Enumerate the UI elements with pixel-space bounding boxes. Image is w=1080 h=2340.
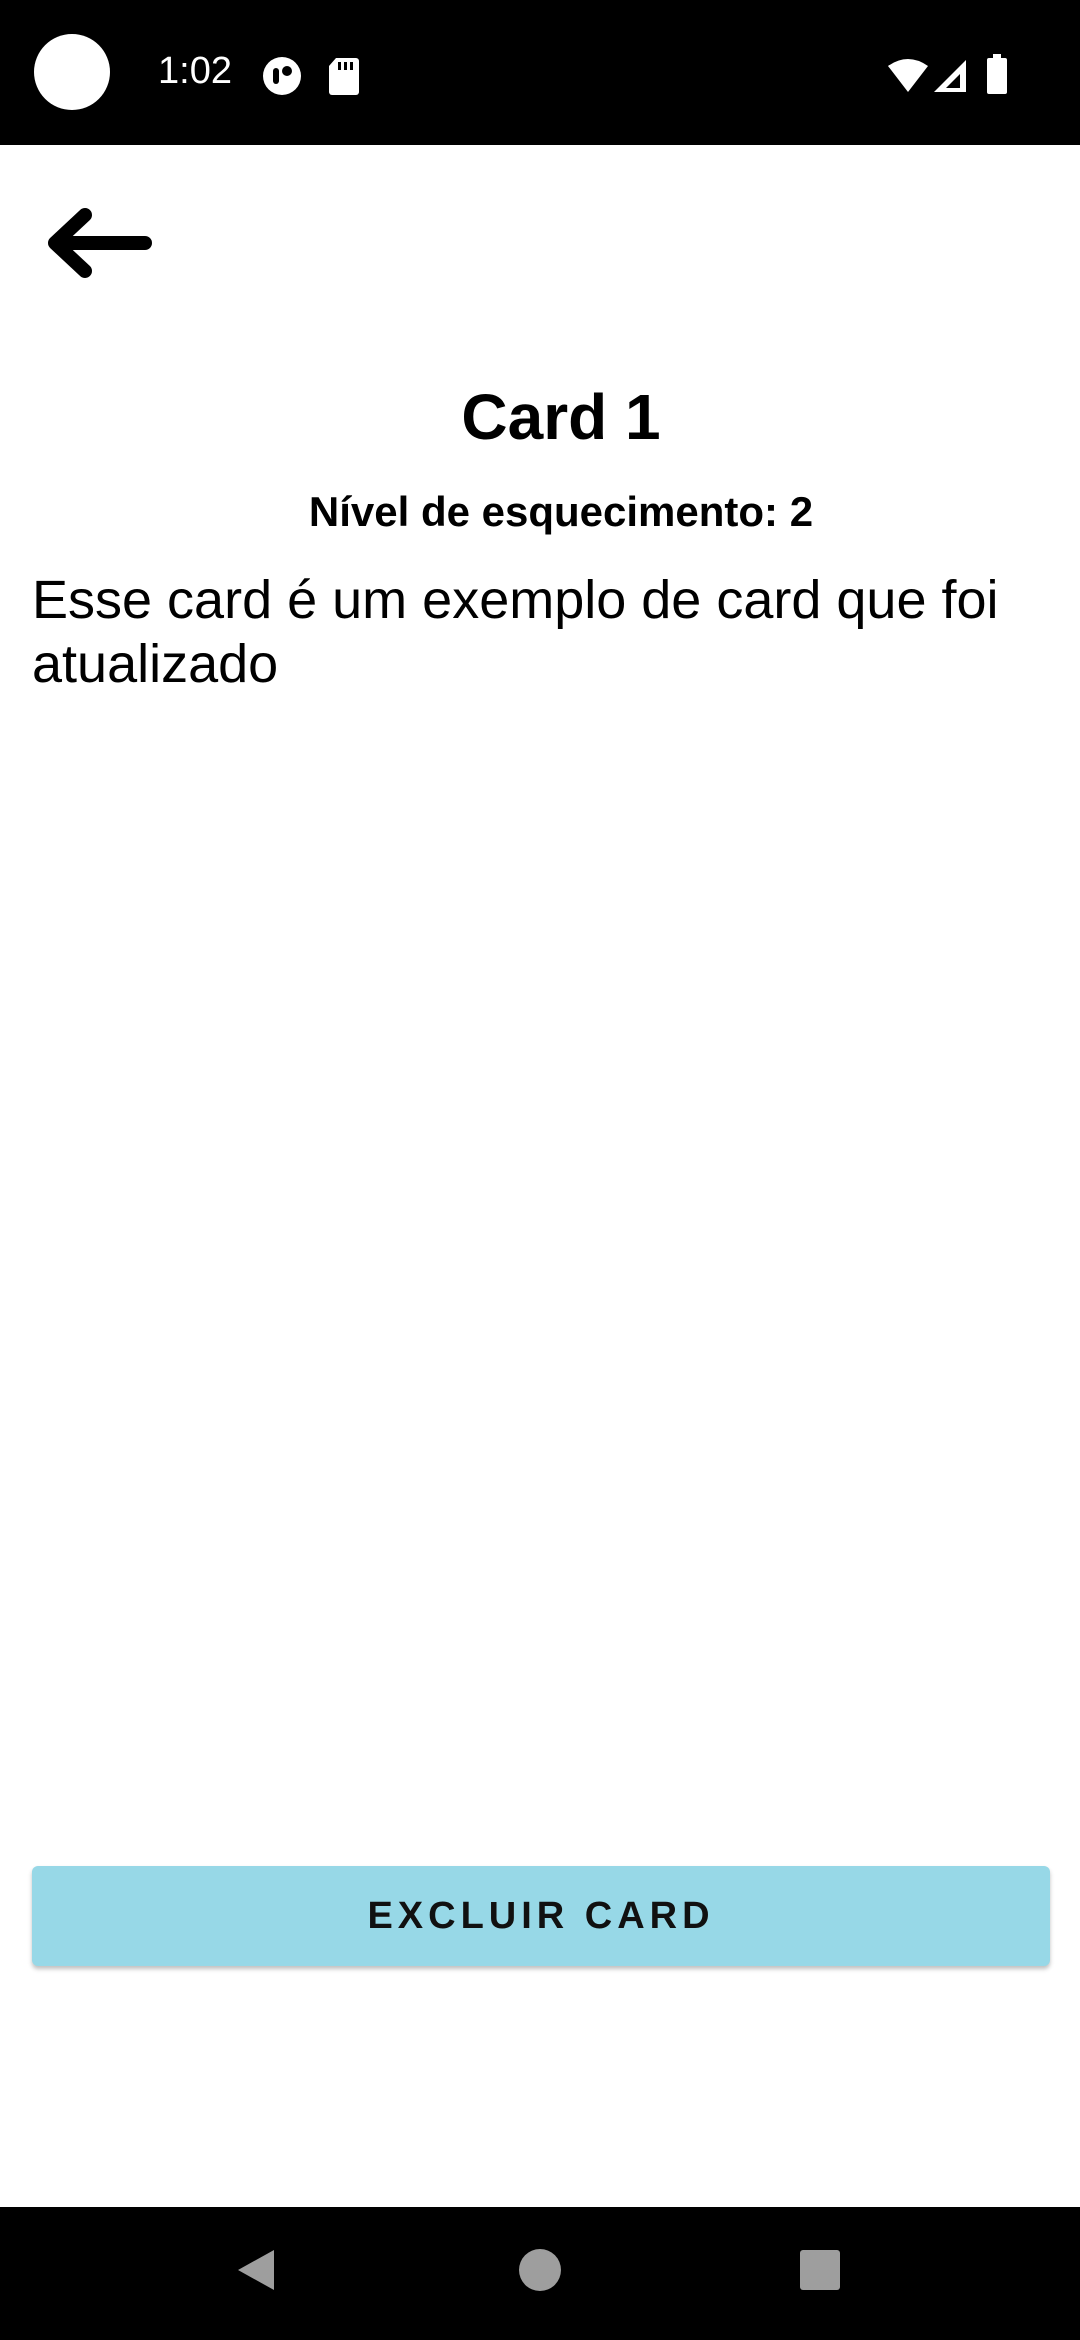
back-triangle-icon [234, 2246, 278, 2299]
assistant-icon [262, 56, 302, 101]
status-bar: 1:02 [0, 0, 1080, 145]
arrow-left-icon [45, 203, 155, 288]
camera-cutout [34, 34, 110, 110]
card-body-text: Esse card é um exemplo de card que foi a… [32, 570, 999, 694]
delete-card-button[interactable]: EXCLUIR CARD [32, 1866, 1050, 1966]
sd-card-icon [328, 56, 360, 101]
nav-home-button[interactable] [500, 2237, 580, 2307]
nav-recents-button[interactable] [780, 2237, 860, 2307]
nav-back-button[interactable] [216, 2237, 296, 2307]
home-circle-icon [518, 2248, 562, 2297]
recents-square-icon [798, 2248, 842, 2297]
back-button[interactable] [40, 195, 160, 295]
card-forgetting-level: Nível de esquecimento: 2 [308, 488, 814, 535]
signal-icon [932, 58, 968, 99]
phone-screen: 1:02 Card 1 Nível de esquecimento: 2 Ess… [0, 0, 1080, 2340]
card-title: Card 1 [461, 381, 661, 453]
navigation-bar [0, 2207, 1080, 2340]
card-detail-screen: Card 1 Nível de esquecimento: 2 Esse car… [0, 145, 1080, 2207]
wifi-icon [886, 58, 930, 99]
status-time: 1:02 [158, 50, 232, 92]
battery-icon [986, 54, 1008, 99]
